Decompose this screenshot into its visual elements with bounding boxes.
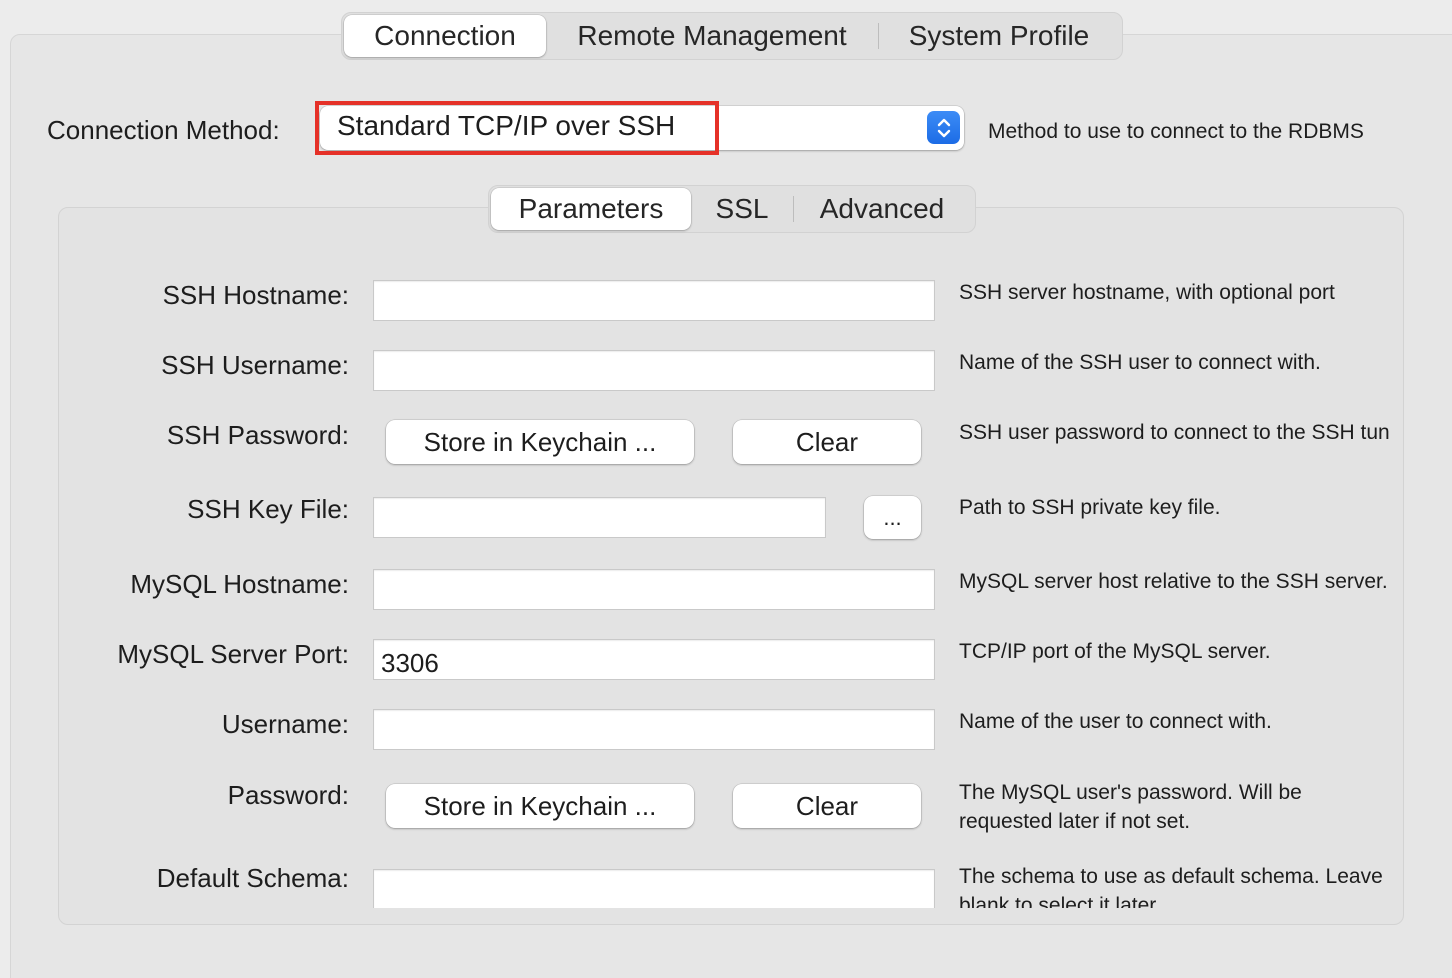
mysql-port-label: MySQL Server Port:: [117, 639, 349, 669]
connection-method-label: Connection Method:: [47, 115, 280, 145]
ssh-hostname-description: SSH server hostname, with optional port: [959, 281, 1335, 304]
username-description: Name of the user to connect with.: [959, 710, 1272, 733]
mysql-hostname-description: MySQL server host relative to the SSH se…: [959, 570, 1388, 593]
default-schema-label: Default Schema:: [156, 863, 349, 893]
ssh-key-file-browse-button[interactable]: ...: [864, 496, 921, 539]
ssh-hostname-input[interactable]: [373, 280, 935, 321]
default-schema-description: The schema to use as default schema. Lea…: [959, 865, 1383, 908]
connection-method-select[interactable]: Standard TCP/IP over SSH: [320, 106, 964, 150]
mysql-port-input[interactable]: 3306: [373, 639, 935, 680]
tab-parameters[interactable]: Parameters: [491, 188, 691, 230]
password-description: The MySQL user's password. Will be reque…: [959, 781, 1302, 833]
tab-ssl[interactable]: SSL: [691, 188, 793, 230]
ssh-username-input[interactable]: [373, 350, 935, 391]
ssh-key-file-input[interactable]: [373, 497, 826, 538]
ssh-password-clear-button[interactable]: Clear: [733, 420, 921, 464]
password-clear-button[interactable]: Clear: [733, 784, 921, 828]
tab-system-profile[interactable]: System Profile: [879, 15, 1119, 57]
ssh-password-description: SSH user password to connect to the SSH …: [959, 421, 1390, 444]
username-input[interactable]: [373, 709, 935, 750]
ssh-password-store-button[interactable]: Store in Keychain ...: [386, 420, 694, 464]
password-store-button[interactable]: Store in Keychain ...: [386, 784, 694, 828]
tab-remote-management[interactable]: Remote Management: [546, 15, 878, 57]
ssh-username-label: SSH Username:: [161, 350, 349, 380]
password-label: Password:: [227, 780, 349, 810]
ssh-password-label: SSH Password:: [166, 420, 349, 450]
ssh-key-file-description: Path to SSH private key file.: [959, 496, 1221, 519]
sub-tab-bar: Parameters SSL Advanced: [488, 185, 976, 233]
tab-connection[interactable]: Connection: [344, 15, 546, 57]
mysql-port-description: TCP/IP port of the MySQL server.: [959, 640, 1271, 663]
connection-method-description: Method to use to connect to the RDBMS: [988, 120, 1364, 143]
username-label: Username:: [221, 709, 349, 739]
connection-method-value: Standard TCP/IP over SSH: [337, 110, 676, 141]
default-schema-input[interactable]: [373, 869, 935, 908]
ssh-username-description: Name of the SSH user to connect with.: [959, 351, 1321, 374]
mysql-hostname-label: MySQL Hostname:: [130, 569, 349, 599]
connection-dialog: Connection Remote Management System Prof…: [0, 0, 1452, 978]
main-tab-bar: Connection Remote Management System Prof…: [341, 12, 1123, 60]
mysql-hostname-input[interactable]: [373, 569, 935, 610]
tab-advanced[interactable]: Advanced: [794, 188, 970, 230]
select-stepper-icon[interactable]: [927, 111, 960, 144]
ssh-key-file-label: SSH Key File:: [187, 494, 349, 524]
ssh-hostname-label: SSH Hostname:: [162, 280, 349, 310]
